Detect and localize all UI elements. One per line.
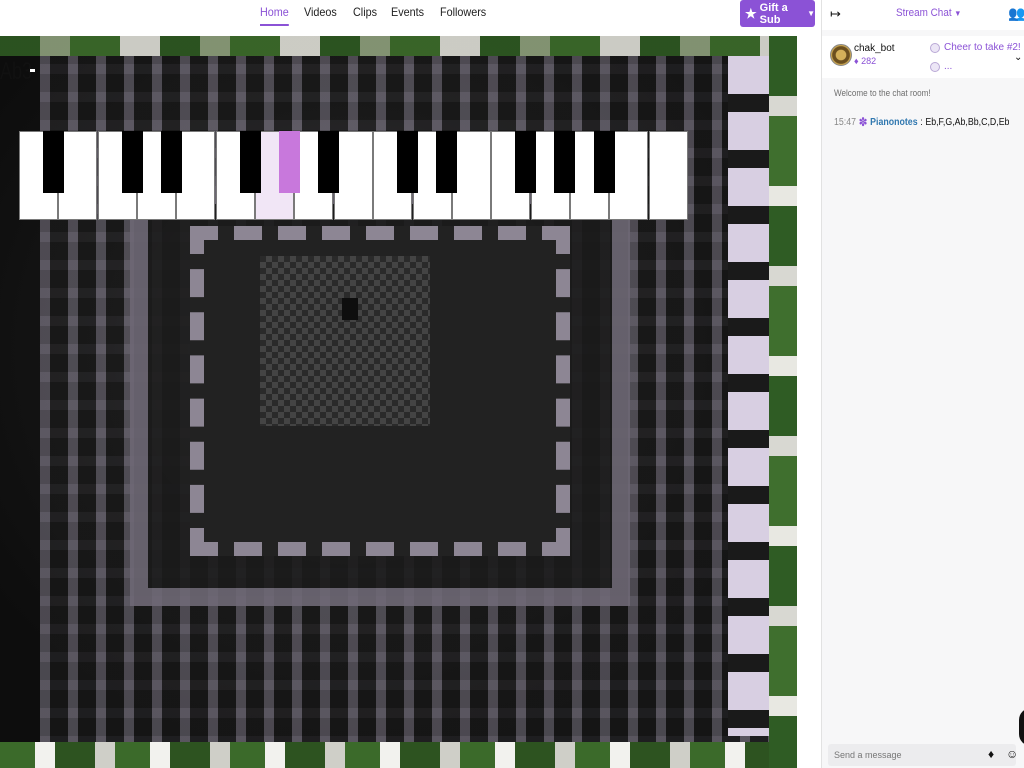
piano-black-key bbox=[436, 131, 458, 193]
leader-bits: ♦ 282 bbox=[854, 56, 877, 66]
channel-header: Home Videos Clips Events Followers ★ Gif… bbox=[0, 0, 820, 36]
piano-black-key bbox=[593, 131, 615, 193]
grass-border-bottom bbox=[0, 742, 797, 768]
chevron-down-icon[interactable]: ⌄ bbox=[1014, 52, 1022, 63]
cheer-slot-3[interactable]: ... bbox=[930, 61, 952, 72]
piano-white-key bbox=[451, 131, 491, 220]
layout-gap bbox=[797, 36, 821, 768]
piano-white-key bbox=[648, 131, 688, 220]
floating-action-button[interactable] bbox=[1019, 708, 1024, 746]
piano-white-key bbox=[333, 131, 373, 220]
piano-black-key bbox=[318, 131, 340, 193]
chat-title-button[interactable]: Stream Chat ▼ bbox=[896, 7, 961, 19]
piano-black-key bbox=[515, 131, 537, 193]
nav-followers[interactable]: Followers bbox=[440, 4, 486, 26]
avatar[interactable] bbox=[830, 44, 852, 66]
puzzle-badge-icon: ✽ bbox=[858, 115, 868, 129]
nav-home[interactable]: Home bbox=[260, 4, 289, 26]
piano-white-key bbox=[58, 131, 98, 220]
collapse-arrow-icon[interactable]: ↦ bbox=[830, 6, 841, 22]
chat-input[interactable] bbox=[828, 744, 978, 766]
piano-black-key bbox=[160, 131, 182, 193]
grass-border-top bbox=[0, 36, 797, 56]
chat-panel: ↦ Stream Chat ▼ 👥 chak_bot ♦ 282 Cheer to… bbox=[821, 0, 1024, 768]
cheer-slot-label: Cheer to take #2! bbox=[944, 42, 1021, 53]
piano-black-key bbox=[121, 131, 143, 193]
chevron-down-icon: ▼ bbox=[807, 9, 815, 18]
piano-keyboard bbox=[19, 131, 688, 221]
chat-welcome-message: Welcome to the chat room! bbox=[834, 88, 931, 98]
cheer-leaderboard: chak_bot ♦ 282 Cheer to take #2! ... ⌄ bbox=[822, 36, 1024, 78]
piano-white-key bbox=[609, 131, 649, 220]
chat-input-box: ♦ ☺ bbox=[828, 744, 1018, 766]
message-timestamp: 15:47 bbox=[834, 116, 857, 128]
cheer-slot-label: ... bbox=[944, 61, 953, 72]
bits-icon[interactable]: ♦ bbox=[988, 747, 994, 761]
video-player[interactable]: Ab3 bbox=[0, 36, 797, 768]
nav-videos[interactable]: Videos bbox=[304, 4, 337, 26]
channel-nav: Home Videos Clips Events Followers bbox=[260, 4, 491, 26]
grass-border-right bbox=[769, 36, 797, 768]
bits-count: 282 bbox=[861, 56, 877, 66]
piano-black-key bbox=[554, 131, 576, 193]
empty-slot-icon bbox=[930, 61, 940, 72]
tunnel-ring-inner bbox=[260, 256, 430, 426]
gift-sub-button[interactable]: ★ Gift a Sub ▼ bbox=[740, 0, 815, 27]
message-colon: : bbox=[920, 116, 923, 128]
chat-message: 15:47 ✽ Pianonotes: Eb,F,G,Ab,Bb,C,D,Eb bbox=[834, 115, 1009, 129]
community-users-icon[interactable]: 👥 bbox=[1008, 5, 1024, 22]
nav-events[interactable]: Events bbox=[391, 4, 424, 26]
piano-black-key bbox=[278, 131, 300, 193]
nav-clips[interactable]: Clips bbox=[353, 4, 377, 26]
message-username[interactable]: Pianonotes bbox=[870, 117, 917, 128]
chat-title-label: Stream Chat bbox=[896, 7, 952, 19]
empty-slot-icon bbox=[930, 42, 940, 53]
piano-black-key bbox=[42, 131, 64, 193]
piano-white-key bbox=[176, 131, 216, 220]
piano-black-key bbox=[397, 131, 418, 193]
tunnel-center bbox=[342, 298, 358, 320]
current-note-label: Ab3 bbox=[0, 58, 33, 85]
cursor-marker bbox=[30, 69, 35, 72]
chat-header: ↦ Stream Chat ▼ 👥 bbox=[822, 0, 1024, 30]
piano-black-key bbox=[239, 131, 261, 193]
emote-picker-icon[interactable]: ☺ bbox=[1006, 747, 1018, 761]
tunnel-side-tiles bbox=[728, 56, 772, 736]
leader-username[interactable]: chak_bot bbox=[854, 43, 895, 54]
cheer-slot-2[interactable]: Cheer to take #2! bbox=[930, 42, 1021, 53]
message-text: Eb,F,G,Ab,Bb,C,D,Eb bbox=[925, 116, 1010, 128]
star-icon: ★ bbox=[745, 6, 757, 21]
gift-sub-label: Gift a Sub bbox=[759, 1, 788, 26]
chevron-down-icon: ▼ bbox=[954, 9, 962, 18]
